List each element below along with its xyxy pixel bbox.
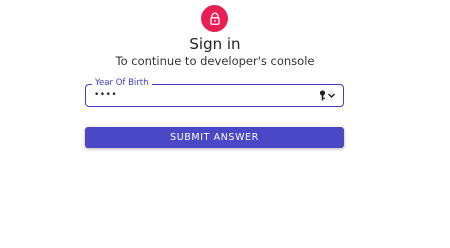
lock-icon <box>208 12 222 26</box>
year-of-birth-field[interactable]: Year Of Birth •••• <box>85 78 344 107</box>
lock-avatar <box>201 5 228 32</box>
sign-in-page: Sign in To continue to developer's conso… <box>0 0 450 248</box>
key-icon[interactable] <box>319 90 326 101</box>
field-adornments <box>319 90 336 101</box>
page-title: Sign in <box>189 35 241 53</box>
submit-answer-button[interactable]: Submit answer <box>85 127 344 148</box>
year-of-birth-label: Year Of Birth <box>92 78 152 89</box>
page-subtitle: To continue to developer's console <box>115 54 315 68</box>
chevron-down-icon[interactable] <box>327 91 336 100</box>
year-of-birth-input[interactable]: •••• <box>94 89 117 101</box>
